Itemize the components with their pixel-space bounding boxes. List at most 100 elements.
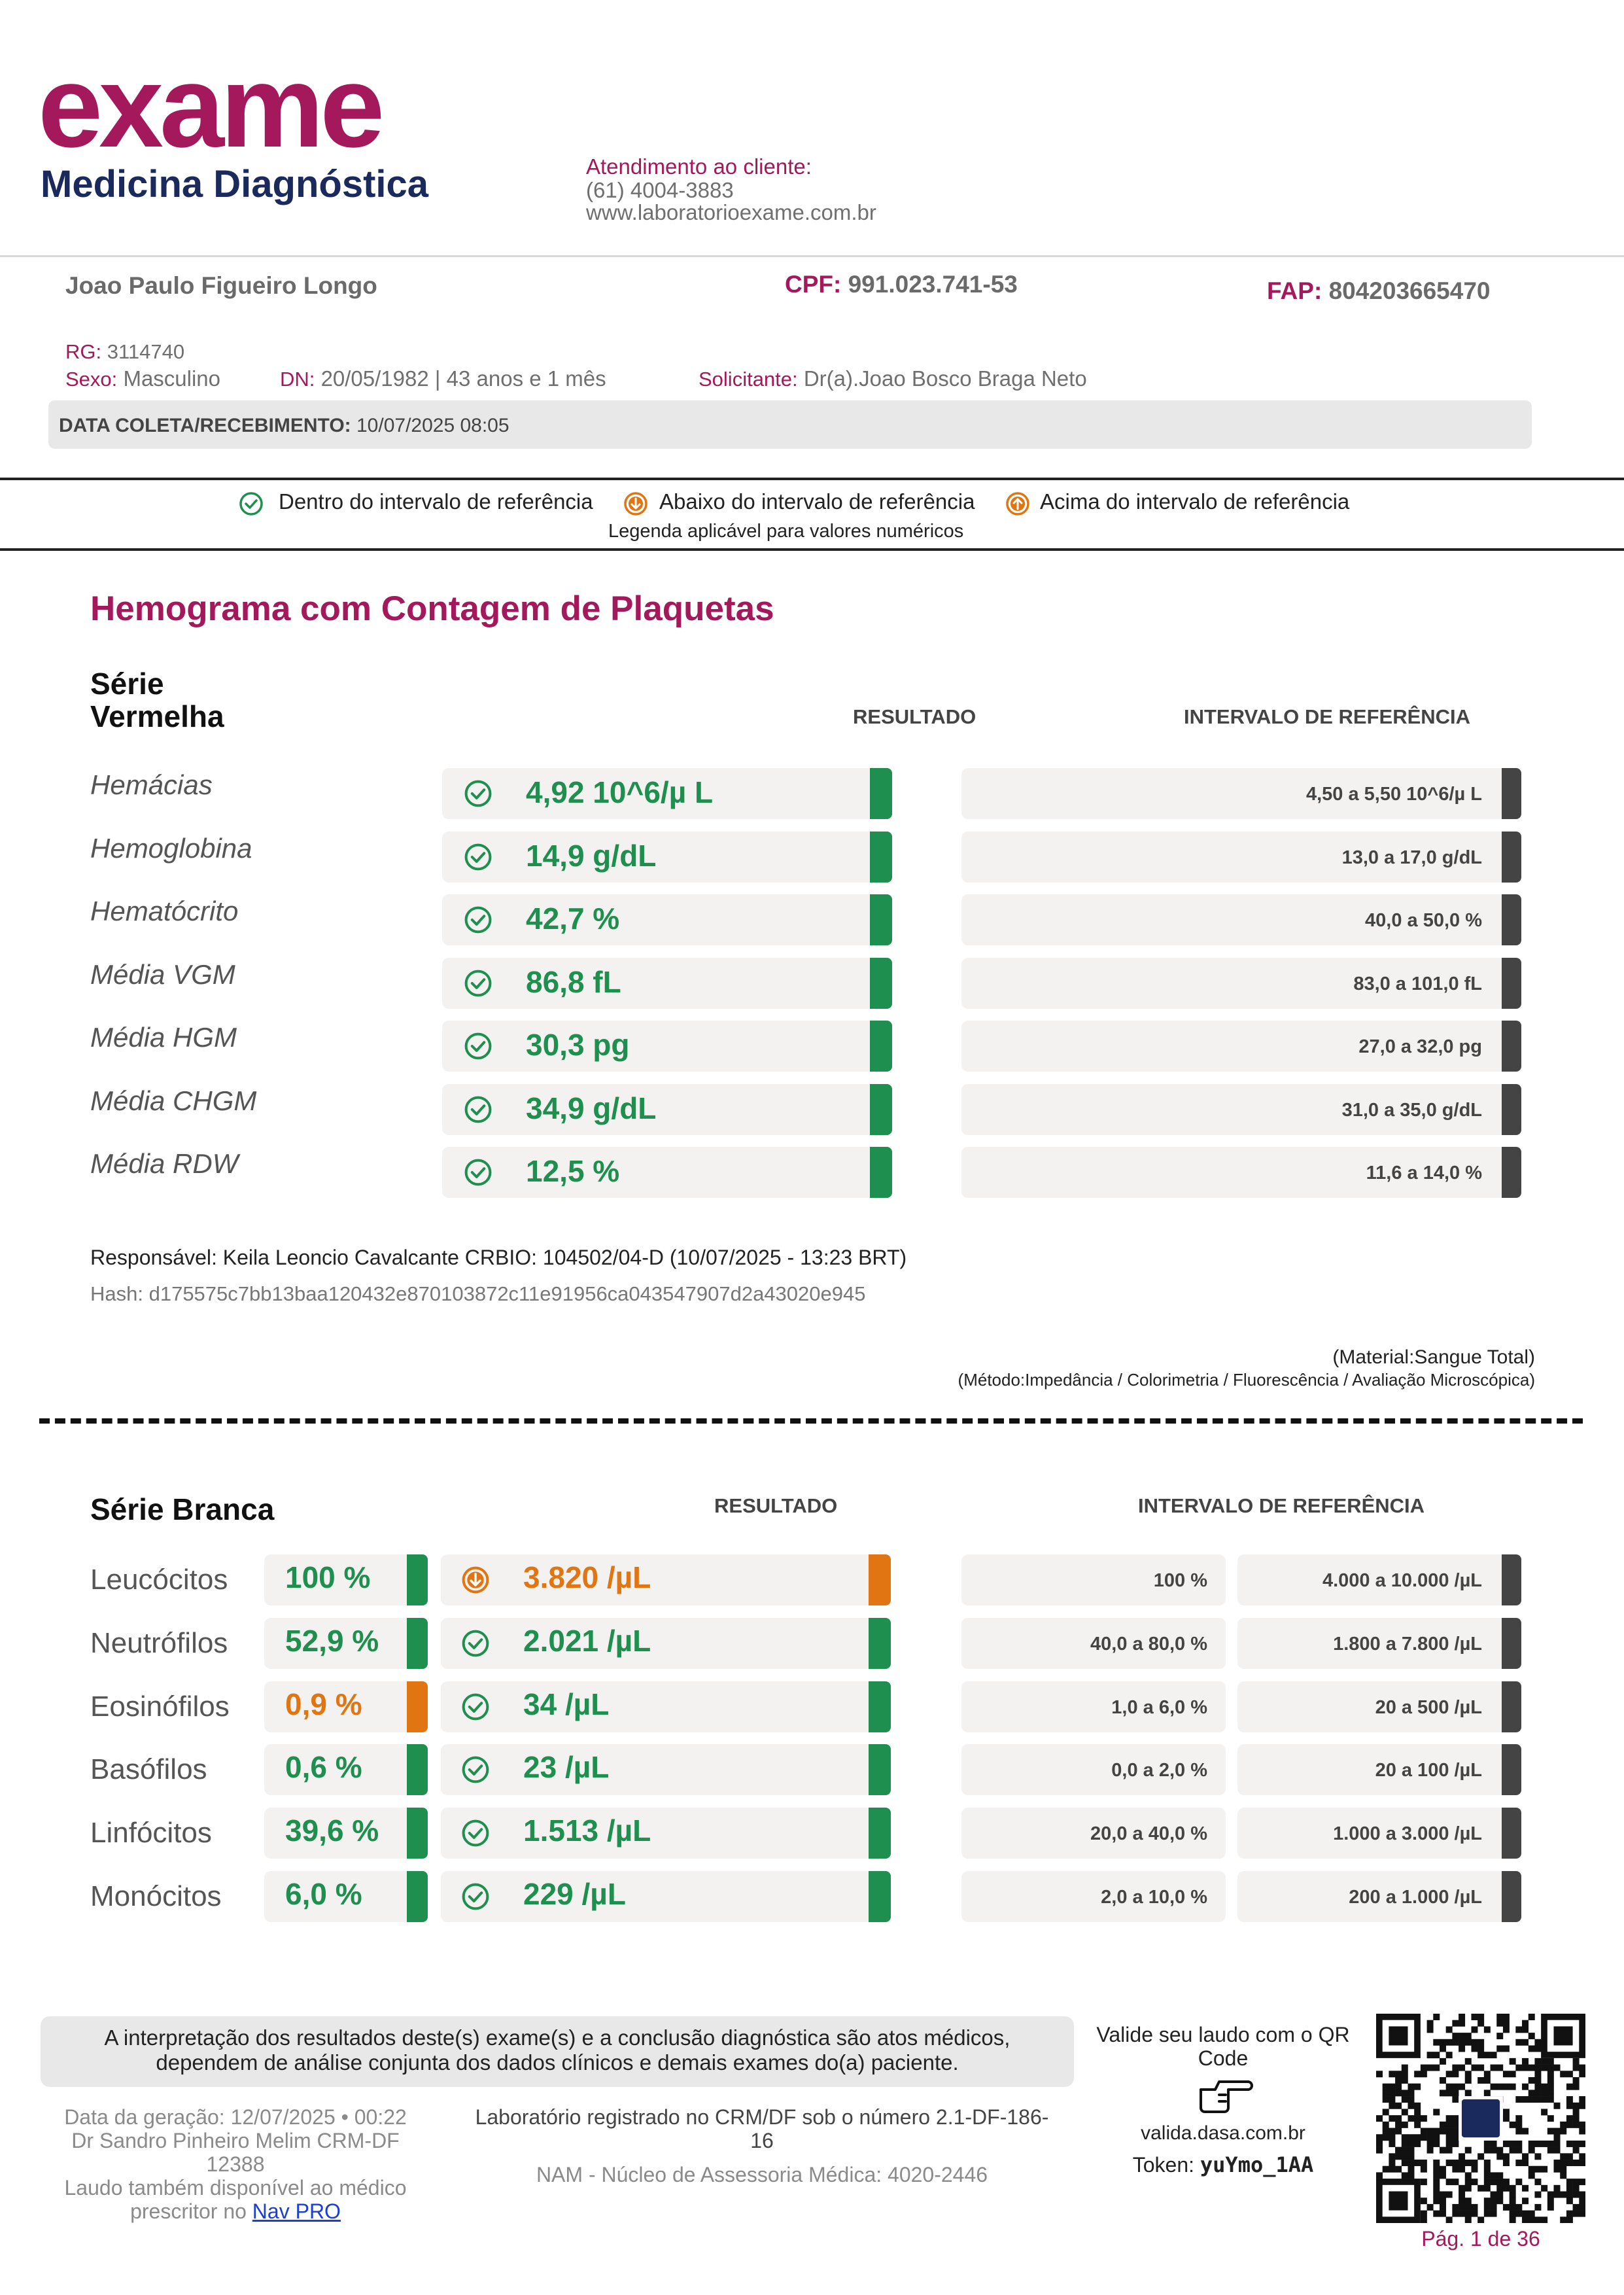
ref-bar [1502, 1554, 1521, 1605]
doctor-line1: Dr Sandro Pinheiro Melim CRM-DF [71, 2129, 400, 2152]
result-pill [441, 1617, 869, 1669]
result-value: 42,7 % [526, 902, 620, 936]
result-status-bar [870, 831, 892, 883]
legend-top-line [0, 478, 1624, 480]
result-value: 23 /µL [523, 1750, 610, 1785]
ref-pct-value: 100 % [1153, 1570, 1207, 1591]
logo-exame: exame [38, 41, 385, 171]
result-value: 4,92 10^6/µ L [526, 775, 714, 809]
pct-status-bar [407, 1554, 428, 1605]
white-result-header: RESULTADO [714, 1494, 838, 1517]
legend-above: Acima do intervalo de referência [1040, 489, 1350, 514]
red-method: (Método:Impedância / Colorimetria / Fluo… [958, 1370, 1535, 1390]
pct-value: 52,9 % [285, 1623, 379, 1658]
result-value: 34 /µL [523, 1687, 610, 1721]
result-status-bar [869, 1554, 891, 1605]
token-line: Token: yuYmo_1AA [1086, 2152, 1360, 2177]
patient-requester: Solicitante: Dr(a).Joao Bosco Braga Neto [699, 366, 1087, 391]
ref-pct-value: 40,0 a 80,0 % [1090, 1633, 1207, 1655]
rg-label: RG: [65, 340, 102, 363]
ref-bar [1502, 1021, 1521, 1072]
result-value: 34,9 g/dL [526, 1091, 657, 1125]
dn-value: 20/05/1982 | 43 anos e 1 mês [320, 366, 606, 391]
result-status-bar [870, 1021, 892, 1072]
param-name: Hematócrito [90, 896, 239, 926]
pct-status-bar [407, 1744, 428, 1796]
ref-pct-value: 0,0 a 2,0 % [1111, 1760, 1207, 1781]
ref-bar [1502, 1083, 1521, 1135]
disclaimer-line1: A interpretação dos resultados deste(s) … [104, 2025, 1011, 2050]
collection-info: DATA COLETA/RECEBIMENTO: 10/07/2025 08:0… [59, 415, 510, 437]
check-circle-icon [463, 1031, 493, 1061]
collection-value: 10/07/2025 08:05 [356, 415, 510, 436]
ref-bar [1502, 1871, 1521, 1922]
param-name: Média RDW [90, 1148, 239, 1179]
pct-status-bar [407, 1871, 428, 1922]
pct-status-bar [407, 1808, 428, 1859]
param-name: Eosinófilos [90, 1690, 230, 1723]
header-divider [0, 255, 1624, 257]
red-series-title-line1: Série [90, 667, 164, 701]
fap-value: 804203665470 [1328, 277, 1491, 304]
footer-nam: NAM - Núcleo de Assessoria Médica: 4020-… [536, 2163, 988, 2186]
param-name: Média HGM [90, 1022, 237, 1053]
result-pill [442, 1021, 870, 1072]
nav-pro-link[interactable]: Nav PRO [252, 2199, 341, 2223]
ref-abs-value: 20 a 500 /µL [1375, 1696, 1482, 1718]
check-circle-icon [463, 1095, 493, 1125]
result-pill [442, 894, 870, 945]
white-ref-header: INTERVALO DE REFERÊNCIA [1138, 1494, 1425, 1517]
validate-line1: Valide seu laudo com o QR [1096, 2023, 1350, 2046]
result-value: 2.021 /µL [523, 1623, 651, 1658]
contact-title: Atendimento ao cliente: [586, 154, 812, 179]
ref-bar [1502, 768, 1521, 819]
arrow-down-circle-icon [460, 1565, 491, 1595]
lab-line2: 16 [750, 2129, 774, 2152]
patient-rg: RG: 3114740 [65, 340, 184, 364]
param-name: Média VGM [90, 958, 235, 990]
ref-pct-value: 1,0 a 6,0 % [1111, 1696, 1207, 1718]
ref-bar [1502, 831, 1521, 883]
patient-sex: Sexo: Masculino [65, 366, 220, 391]
result-value: 12,5 % [526, 1154, 620, 1188]
ref-bar [1502, 1681, 1521, 1732]
result-pill [442, 1147, 870, 1198]
red-hash: Hash: d175575c7bb13baa120432e870103872c1… [90, 1282, 866, 1305]
legend-bottom-line [0, 548, 1624, 551]
pct-status-bar [407, 1681, 428, 1732]
check-circle-icon [463, 779, 493, 809]
logo-subtitle: Medicina Diagnóstica [41, 163, 429, 205]
collection-label: DATA COLETA/RECEBIMENTO: [59, 415, 351, 436]
disclaimer-text: A interpretação dos resultados deste(s) … [41, 2025, 1074, 2075]
red-series-title-line2: Vermelha [90, 699, 224, 733]
red-material: (Material:Sangue Total) [1332, 1346, 1535, 1368]
result-status-bar [869, 1617, 891, 1669]
param-name: Leucócitos [90, 1564, 228, 1596]
disclaimer-line2: dependem de análise conjunta dos dados c… [156, 2050, 959, 2075]
result-value: 30,3 pg [526, 1028, 630, 1062]
cpf-label: CPF: [785, 271, 842, 298]
result-value: 3.820 /µL [523, 1560, 651, 1594]
result-value: 229 /µL [523, 1877, 626, 1911]
ref-value: 83,0 a 101,0 fL [1353, 973, 1482, 994]
ref-pct-value: 2,0 a 10,0 % [1101, 1887, 1207, 1908]
dn-label: DN: [280, 368, 315, 391]
arrow-down-circle-icon [624, 492, 648, 516]
param-name: Hemoglobina [90, 832, 252, 864]
param-name: Neutrófilos [90, 1626, 228, 1659]
check-circle-icon [460, 1755, 491, 1785]
red-result-header: RESULTADO [853, 705, 976, 728]
qr-code[interactable] [1376, 2014, 1585, 2223]
patient-name: Joao Paulo Figueiro Longo [65, 272, 377, 299]
legend-below: Abaixo do intervalo de referência [659, 489, 975, 514]
patient-fap: FAP: 804203665470 [1267, 277, 1491, 305]
check-circle-icon [239, 492, 263, 516]
ref-abs-value: 200 a 1.000 /µL [1349, 1887, 1482, 1908]
ref-bar [1502, 1744, 1521, 1796]
ref-value: 31,0 a 35,0 g/dL [1341, 1099, 1482, 1121]
result-pill [441, 1808, 869, 1859]
arrow-up-circle-icon [1006, 492, 1029, 516]
validate-url-link[interactable]: valida.dasa.com.br [1086, 2122, 1360, 2145]
lab-line1: Laboratório registrado no CRM/DF sob o n… [475, 2105, 1049, 2129]
token-label: Token: [1132, 2153, 1194, 2177]
